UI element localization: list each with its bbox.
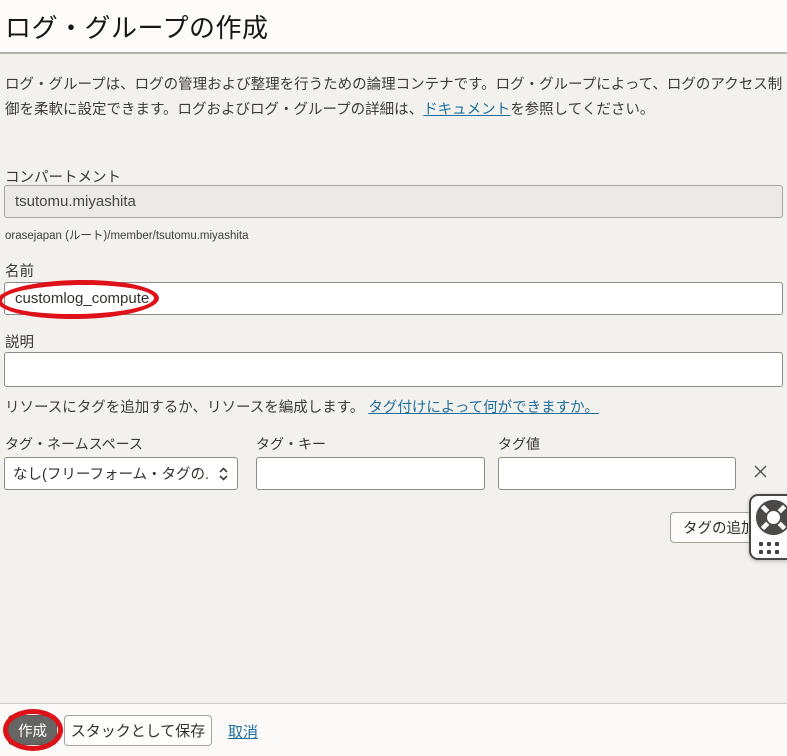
floating-help-widget[interactable] xyxy=(749,494,787,560)
create-log-group-page: ログ・グループの作成 ログ・グループは、ログの管理および整理を行うための論理コン… xyxy=(0,0,787,756)
tag-namespace-select[interactable]: なし(フリーフォーム・タグの... xyxy=(4,457,238,490)
tag-namespace-selected-value: なし(フリーフォーム・タグの... xyxy=(13,463,209,484)
close-x-icon xyxy=(753,464,768,479)
intro-paragraph: ログ・グループは、ログの管理および整理を行うための論理コンテナです。ログ・グルー… xyxy=(5,73,783,123)
life-preserver-icon xyxy=(755,499,787,541)
documentation-link[interactable]: ドキュメント xyxy=(423,102,510,118)
tag-value-field[interactable] xyxy=(498,457,736,490)
remove-tag-row-button[interactable] xyxy=(750,461,770,481)
tag-key-label: タグ・キー xyxy=(256,434,326,454)
name-field[interactable] xyxy=(4,282,783,315)
name-label: 名前 xyxy=(5,260,34,281)
compartment-path-hint: orasejapan (ルート)/member/tsutomu.miyashit… xyxy=(5,227,249,243)
intro-text-before: ログ・グループは、ログの管理および整理を行うための論理コンテナです。ログ・グルー… xyxy=(5,77,782,118)
page-title: ログ・グループの作成 xyxy=(5,8,268,45)
compartment-label: コンパートメント xyxy=(5,166,121,187)
description-label: 説明 xyxy=(5,331,34,352)
tag-namespace-label: タグ・ネームスペース xyxy=(5,434,143,454)
cancel-link[interactable]: 取消 xyxy=(228,721,258,742)
tags-intro-text: リソースにタグを追加するか、リソースを編成します。 xyxy=(5,400,364,416)
tag-key-field[interactable] xyxy=(256,457,485,490)
chevron-up-down-icon xyxy=(218,466,229,482)
intro-text-after: を参照してください。 xyxy=(510,102,654,118)
tags-intro: リソースにタグを追加するか、リソースを編成します。 タグ付けによって何ができます… xyxy=(5,396,783,421)
description-field[interactable] xyxy=(4,352,783,387)
save-as-stack-button[interactable]: スタックとして保存 xyxy=(64,715,212,746)
create-button[interactable]: 作成 xyxy=(8,715,57,745)
compartment-field xyxy=(4,185,783,218)
grid-dots-icon xyxy=(759,542,779,554)
page-header: ログ・グループの作成 xyxy=(0,0,787,54)
tag-value-label: タグ値 xyxy=(498,434,540,454)
tagging-help-link[interactable]: タグ付けによって何ができますか。 xyxy=(368,400,599,416)
